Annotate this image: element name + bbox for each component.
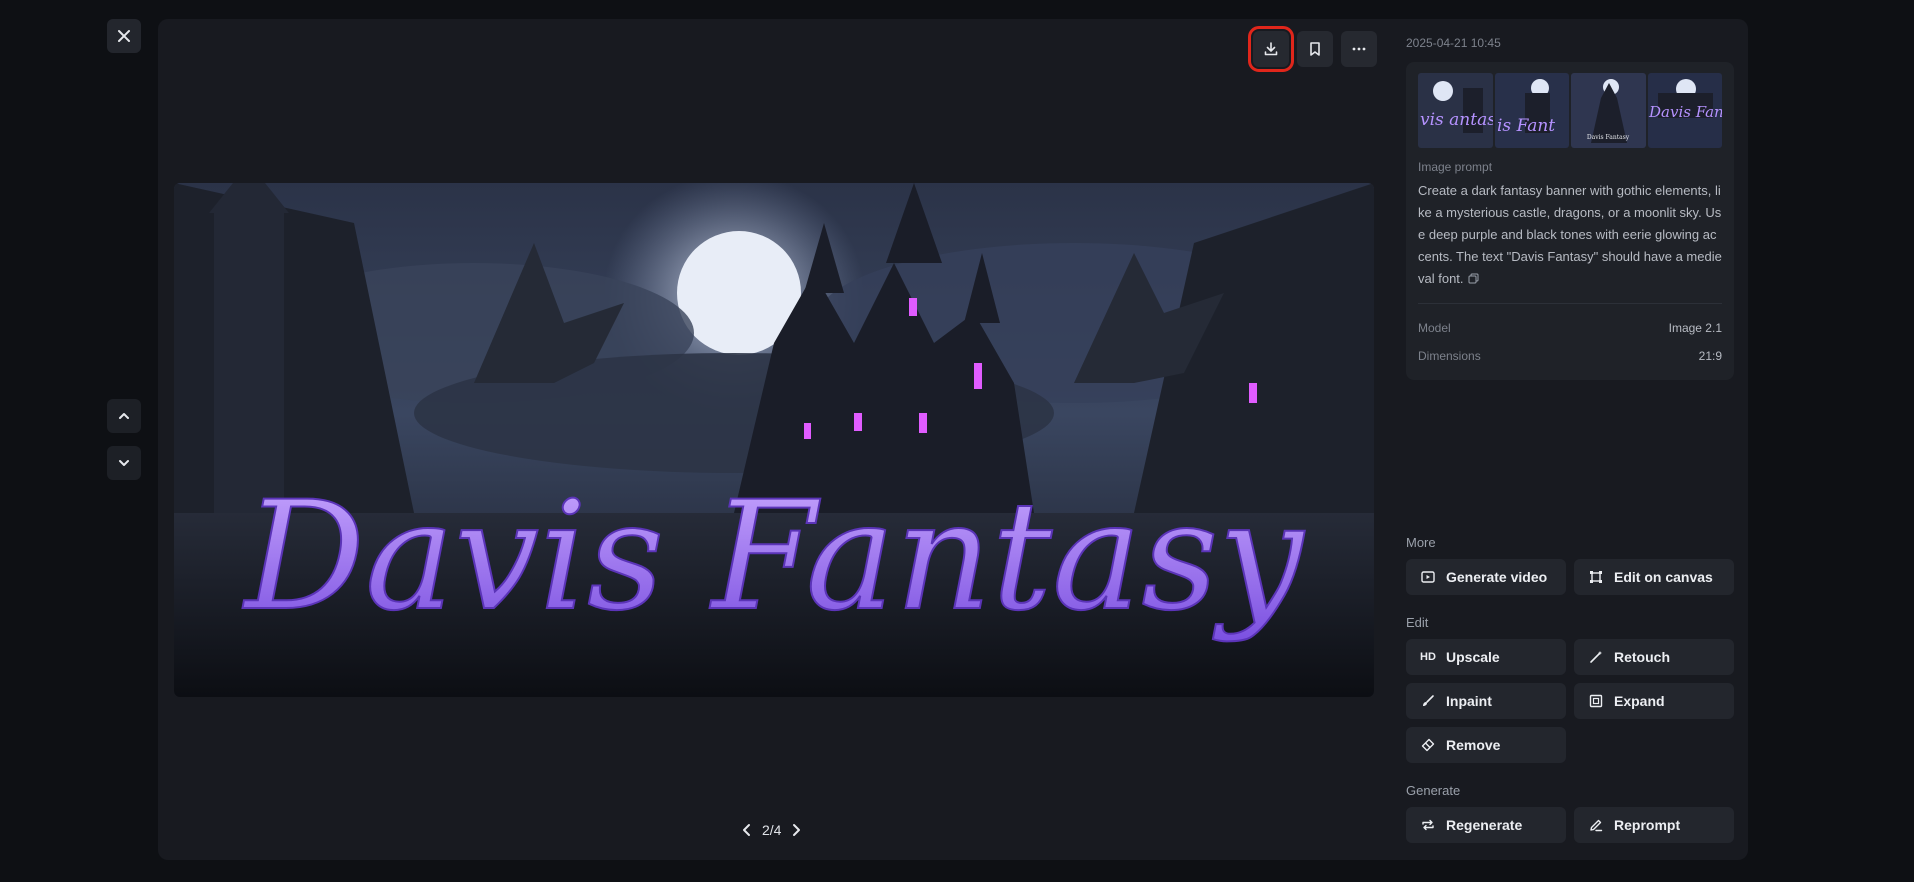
generate-section: Generate Regenerate Reprompt bbox=[1406, 783, 1734, 843]
more-title: More bbox=[1406, 535, 1436, 550]
generate-title: Generate bbox=[1406, 783, 1461, 798]
thumbnail-4-caption: Davis Fanta bbox=[1648, 103, 1723, 121]
download-icon bbox=[1264, 42, 1278, 56]
retouch-button[interactable]: Retouch bbox=[1574, 639, 1734, 675]
regenerate-label: Regenerate bbox=[1446, 817, 1523, 833]
reprompt-button[interactable]: Reprompt bbox=[1574, 807, 1734, 843]
download-button[interactable] bbox=[1248, 26, 1294, 72]
canvas-icon bbox=[1588, 569, 1604, 585]
expand-label: Expand bbox=[1614, 693, 1665, 709]
main-image: Davis Fantasy bbox=[174, 183, 1374, 697]
chevron-up-icon bbox=[119, 413, 129, 419]
thumbnail-4[interactable]: Davis Fanta bbox=[1647, 73, 1723, 148]
magic-wand-icon bbox=[1588, 649, 1604, 665]
thumbnail-strip: vis antasy is Fant Davis Fantasy bbox=[1418, 73, 1722, 148]
video-icon bbox=[1420, 569, 1436, 585]
edit-section: Edit HD Upscale Retouch Inpaint Expand R… bbox=[1406, 615, 1734, 763]
chevron-left-icon bbox=[743, 824, 750, 836]
previous-page-button[interactable] bbox=[740, 823, 754, 837]
next-page-button[interactable] bbox=[789, 823, 803, 837]
thumbnail-3[interactable]: Davis Fantasy bbox=[1571, 73, 1646, 148]
bookmark-icon bbox=[1310, 42, 1320, 56]
more-horizontal-icon bbox=[1352, 47, 1366, 51]
thumbnail-2-caption: is Fant bbox=[1497, 116, 1555, 136]
close-button[interactable] bbox=[107, 19, 141, 53]
dimensions-row: Dimensions 21:9 bbox=[1418, 342, 1722, 370]
prompt-label: Image prompt bbox=[1418, 160, 1493, 174]
remove-label: Remove bbox=[1446, 737, 1501, 753]
edit-on-canvas-button[interactable]: Edit on canvas bbox=[1574, 559, 1734, 595]
inpaint-label: Inpaint bbox=[1446, 693, 1492, 709]
thumbnail-3-caption: Davis Fantasy bbox=[1587, 134, 1630, 141]
reprompt-label: Reprompt bbox=[1614, 817, 1681, 833]
info-card: vis antasy is Fant Davis Fantasy bbox=[1406, 62, 1734, 380]
generate-video-label: Generate video bbox=[1446, 569, 1548, 585]
model-value: Image 2.1 bbox=[1668, 320, 1722, 335]
expand-icon bbox=[1588, 693, 1604, 709]
pagination: 2/4 bbox=[740, 822, 803, 838]
divider bbox=[1418, 302, 1722, 304]
more-options-button[interactable] bbox=[1341, 31, 1377, 67]
hd-icon: HD bbox=[1420, 651, 1436, 663]
pencil-icon bbox=[1588, 817, 1604, 833]
repeat-icon bbox=[1420, 817, 1436, 833]
thumbnail-2[interactable]: is Fant bbox=[1494, 73, 1569, 148]
prompt-text-block: Create a dark fantasy banner with gothic… bbox=[1418, 180, 1722, 291]
thumbnail-1[interactable]: vis antasy bbox=[1418, 73, 1493, 148]
generate-video-button[interactable]: Generate video bbox=[1406, 559, 1566, 595]
bookmark-button[interactable] bbox=[1297, 31, 1333, 67]
timestamp: 2025-04-21 10:45 bbox=[1406, 36, 1501, 50]
main-image-text: Davis Fantasy bbox=[242, 470, 1306, 644]
details-sidebar: 2025-04-21 10:45 vis antasy is Fant bbox=[1406, 36, 1734, 380]
expand-button[interactable]: Expand bbox=[1574, 683, 1734, 719]
close-icon bbox=[118, 30, 130, 42]
chevron-down-icon bbox=[119, 460, 129, 466]
remove-button[interactable]: Remove bbox=[1406, 727, 1566, 763]
chevron-right-icon bbox=[793, 824, 801, 836]
inpaint-button[interactable]: Inpaint bbox=[1406, 683, 1566, 719]
thumbnail-1-caption: vis antasy bbox=[1420, 110, 1493, 130]
edit-on-canvas-label: Edit on canvas bbox=[1614, 569, 1713, 585]
edit-title: Edit bbox=[1406, 615, 1429, 630]
model-label: Model bbox=[1418, 320, 1451, 335]
previous-image-button[interactable] bbox=[107, 399, 141, 433]
more-section: More Generate video Edit on canvas bbox=[1406, 535, 1734, 595]
retouch-label: Retouch bbox=[1614, 649, 1670, 665]
upscale-label: Upscale bbox=[1446, 649, 1500, 665]
next-image-button[interactable] bbox=[107, 446, 141, 480]
upscale-button[interactable]: HD Upscale bbox=[1406, 639, 1566, 675]
regenerate-button[interactable]: Regenerate bbox=[1406, 807, 1566, 843]
dimensions-label: Dimensions bbox=[1418, 348, 1481, 363]
pagination-label: 2/4 bbox=[762, 822, 782, 838]
eraser-icon bbox=[1420, 737, 1436, 753]
brush-icon bbox=[1420, 693, 1436, 709]
dimensions-value: 21:9 bbox=[1698, 348, 1722, 363]
model-row: Model Image 2.1 bbox=[1418, 314, 1722, 342]
prompt-text: Create a dark fantasy banner with gothic… bbox=[1418, 183, 1722, 286]
copy-icon[interactable] bbox=[1468, 269, 1479, 291]
